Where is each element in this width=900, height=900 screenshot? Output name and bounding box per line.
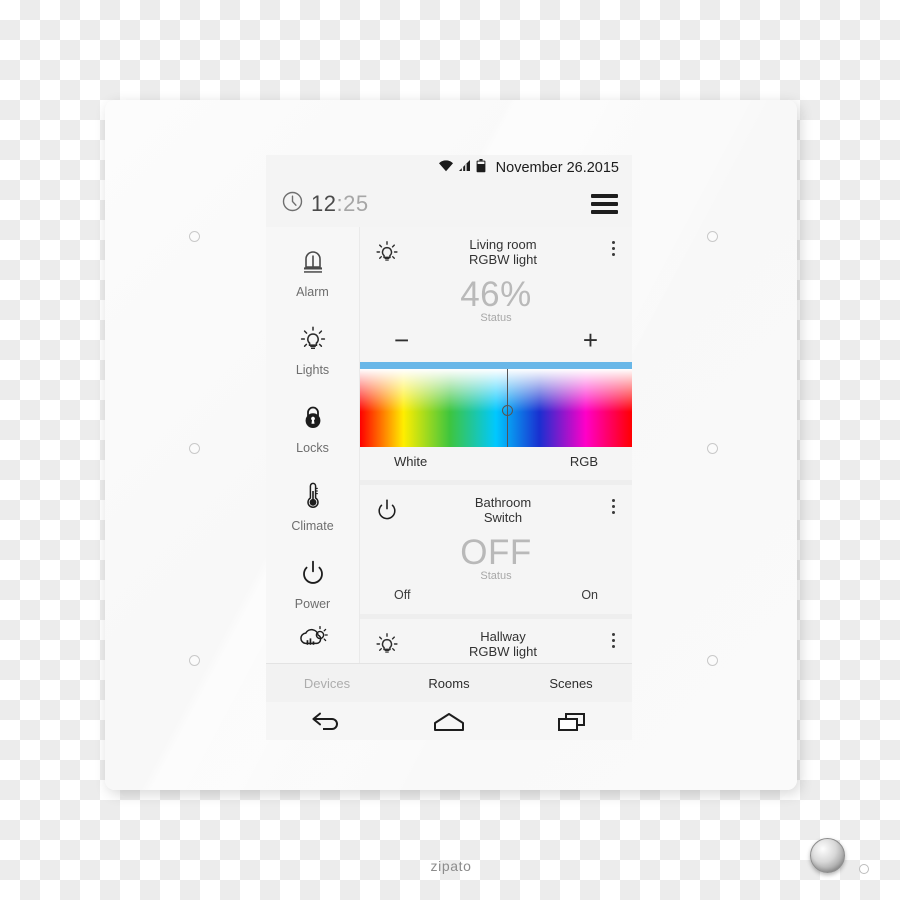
- device-card-hallway-rgbw[interactable]: Hallway RGBW light 40% Status: [360, 619, 632, 663]
- card-header: Bathroom Switch: [360, 485, 632, 531]
- brightness-level-bar[interactable]: [360, 362, 632, 369]
- siren-icon: [298, 246, 328, 281]
- status-bar-date: November 26.2015: [495, 160, 619, 176]
- sidebar-item-label: Alarm: [296, 284, 329, 299]
- increase-button[interactable]: +: [583, 327, 598, 353]
- signal-bars-icon: [458, 159, 471, 177]
- sidebar-item-locks[interactable]: Locks: [266, 389, 359, 467]
- battery-icon: [476, 158, 486, 178]
- light-bulb-icon: [298, 324, 328, 359]
- overflow-menu-icon[interactable]: [602, 237, 624, 256]
- decrease-button[interactable]: −: [394, 327, 409, 353]
- clock-time: 12:25: [311, 191, 369, 217]
- back-arrow-icon[interactable]: [266, 711, 388, 733]
- sensor-hole: [859, 864, 869, 874]
- card-header: Living room RGBW light: [360, 227, 632, 273]
- card-title-line1: Bathroom: [474, 495, 532, 510]
- sidebar-item-climate[interactable]: Climate: [266, 467, 359, 545]
- padlock-icon: [298, 402, 328, 437]
- wifi-icon: [438, 159, 454, 177]
- card-actions: − +: [360, 324, 632, 362]
- clock-minutes: :25: [336, 191, 369, 216]
- color-mode-row: White RGB: [360, 447, 632, 480]
- recent-apps-icon[interactable]: [510, 711, 632, 733]
- status-caption: Status: [480, 312, 512, 324]
- card-title: Bathroom Switch: [404, 495, 602, 525]
- home-hardware-button[interactable]: [810, 838, 845, 873]
- card-title-line1: Living room: [469, 237, 537, 252]
- tab-devices[interactable]: Devices: [266, 676, 388, 691]
- device-card-list[interactable]: Living room RGBW light 46% Status − + Wh…: [360, 227, 632, 663]
- card-title-line2: Switch: [483, 510, 523, 525]
- color-picker-field[interactable]: [360, 369, 632, 447]
- card-title: Living room RGBW light: [404, 237, 602, 267]
- sidebar-item-power[interactable]: Power: [266, 545, 359, 623]
- sidebar-item-label: Lights: [295, 362, 330, 377]
- sidebar-item-label: Power: [294, 596, 331, 611]
- turn-on-button[interactable]: On: [581, 588, 598, 602]
- weather-cloud-sun-icon: [297, 623, 329, 658]
- home-icon[interactable]: [388, 711, 510, 733]
- clock-group: 12:25: [282, 191, 369, 217]
- card-actions: Off On: [360, 582, 632, 614]
- clock-bar: 12:25: [266, 181, 632, 227]
- status-bar: November 26.2015: [266, 155, 632, 181]
- status-value: 46%: [460, 275, 532, 314]
- status-caption: Status: [480, 570, 512, 582]
- overflow-menu-icon[interactable]: [602, 495, 624, 514]
- sidebar-item-label: Climate: [291, 518, 334, 533]
- card-title-line2: RGBW light: [469, 252, 537, 267]
- card-status: OFF Status: [360, 533, 632, 582]
- light-bulb-icon: [370, 237, 404, 265]
- sidebar-item-label: Locks: [296, 440, 329, 455]
- rgb-mode-button[interactable]: RGB: [570, 454, 598, 469]
- overflow-menu-icon[interactable]: [602, 629, 624, 648]
- clock-icon: [282, 191, 303, 217]
- mount-hole: [707, 655, 718, 666]
- color-picker-handle[interactable]: [501, 404, 513, 416]
- tab-scenes[interactable]: Scenes: [510, 676, 632, 691]
- mount-hole: [189, 443, 200, 454]
- android-navigation-bar: [266, 702, 632, 740]
- mount-hole: [707, 231, 718, 242]
- bottom-tab-bar: Devices Rooms Scenes: [266, 663, 632, 702]
- mount-hole: [189, 655, 200, 666]
- clock-hours: 12: [311, 191, 337, 216]
- card-header: Hallway RGBW light: [360, 619, 632, 663]
- sidebar-item-lights[interactable]: Lights: [266, 311, 359, 389]
- power-icon: [298, 558, 328, 593]
- sidebar: Alarm Lights Locks Climate Power: [266, 227, 360, 663]
- wall-panel-device: zipato November 26.2015 12:25 Alarm Ligh…: [105, 100, 869, 874]
- mount-hole: [707, 443, 718, 454]
- hamburger-menu-icon[interactable]: [591, 194, 618, 214]
- tablet-screen: November 26.2015 12:25 Alarm Lights Lock…: [266, 155, 632, 740]
- card-title-line1: Hallway: [480, 629, 526, 644]
- card-title-line2: RGBW light: [469, 644, 537, 659]
- status-value: OFF: [460, 533, 532, 572]
- tab-rooms[interactable]: Rooms: [388, 676, 510, 691]
- thermometer-icon: [298, 480, 328, 515]
- power-icon: [370, 495, 404, 523]
- brand-logo: zipato: [430, 858, 472, 874]
- white-mode-button[interactable]: White: [394, 454, 427, 469]
- main-body: Alarm Lights Locks Climate Power Living …: [266, 227, 632, 663]
- device-card-living-room-rgbw[interactable]: Living room RGBW light 46% Status − + Wh…: [360, 227, 632, 480]
- mount-hole: [189, 231, 200, 242]
- card-status: 46% Status: [360, 275, 632, 324]
- device-card-bathroom-switch[interactable]: Bathroom Switch OFF Status Off On: [360, 485, 632, 614]
- card-title: Hallway RGBW light: [404, 629, 602, 659]
- turn-off-button[interactable]: Off: [394, 588, 410, 602]
- light-bulb-icon: [370, 629, 404, 657]
- sidebar-item-weather[interactable]: [266, 623, 359, 663]
- sidebar-item-alarm[interactable]: Alarm: [266, 233, 359, 311]
